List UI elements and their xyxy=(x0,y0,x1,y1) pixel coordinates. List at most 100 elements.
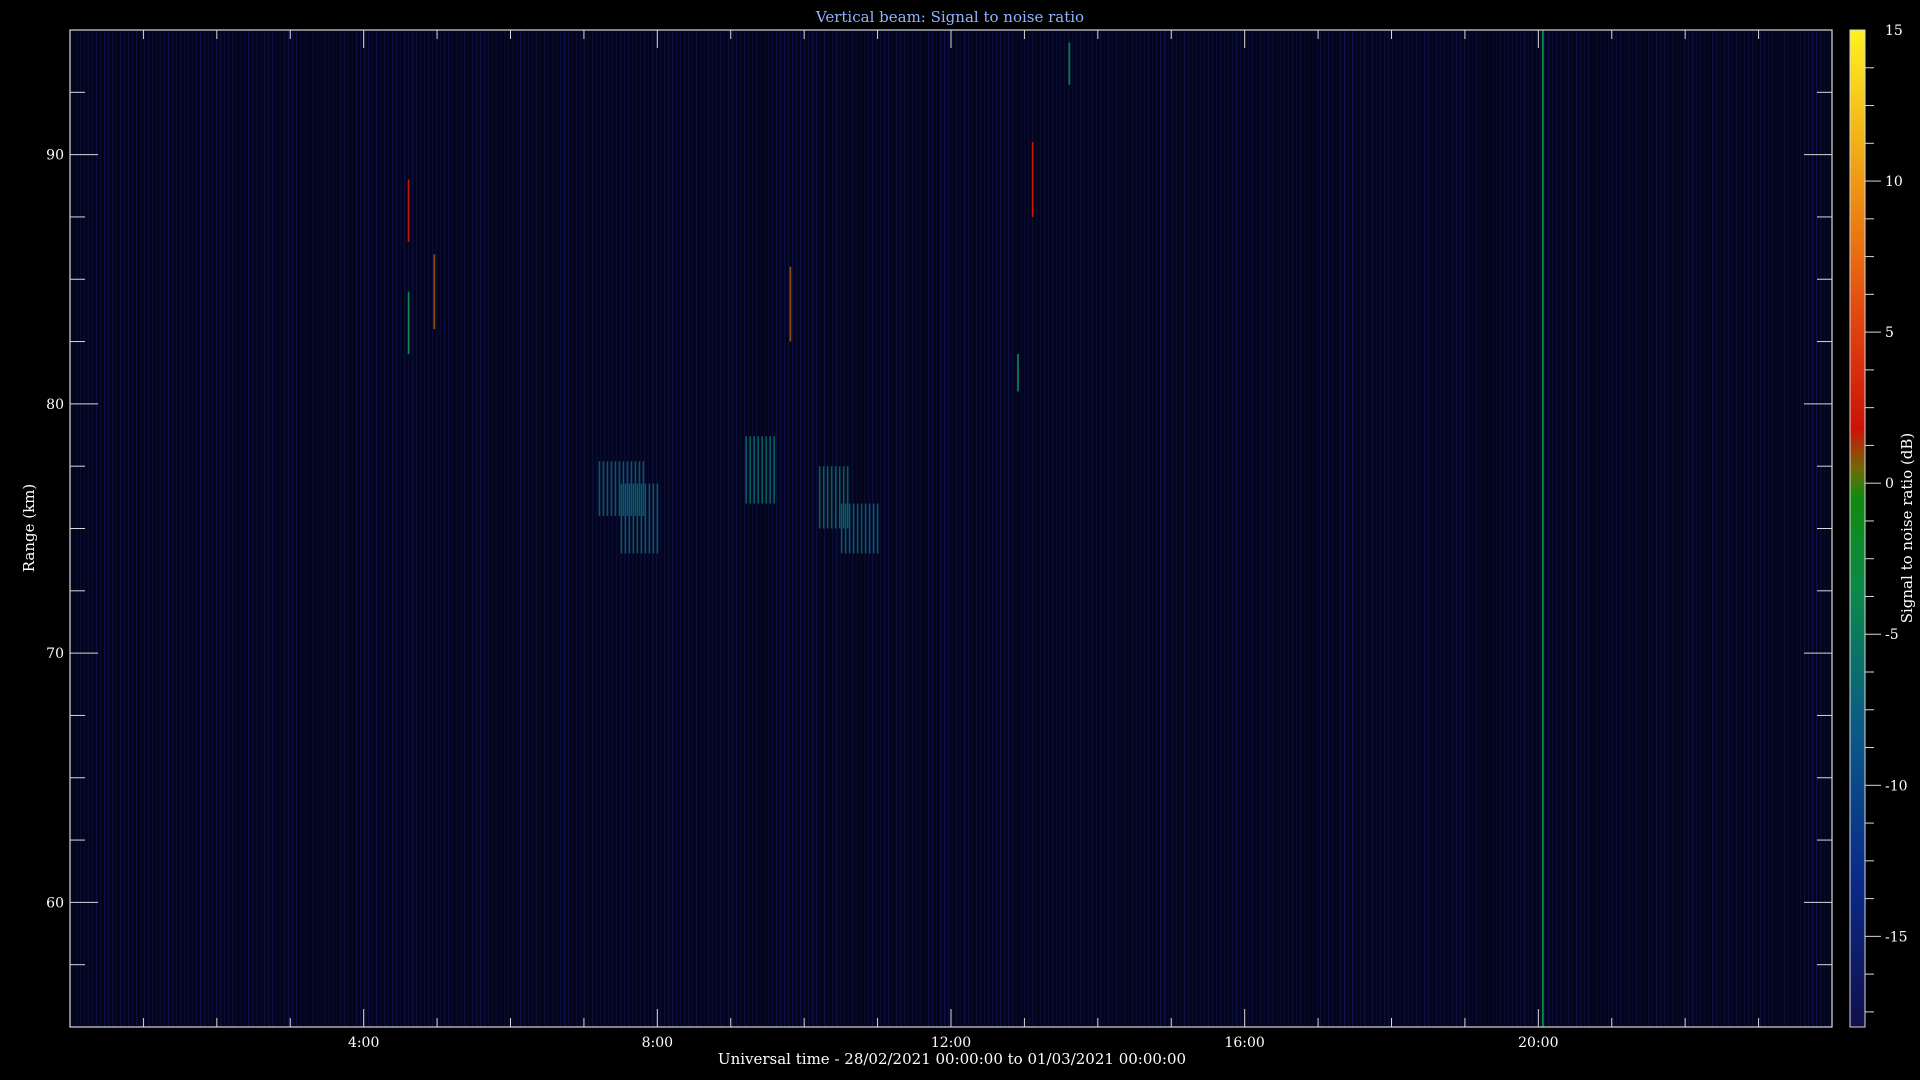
noise-stripe xyxy=(1460,30,1462,1027)
noise-stripe xyxy=(604,30,606,1027)
noise-stripe xyxy=(452,30,454,1027)
colorbar-tick-label: -10 xyxy=(1885,778,1908,794)
noise-stripe xyxy=(1048,30,1050,1027)
noise-stripe xyxy=(412,30,414,1027)
noise-stripe xyxy=(1608,30,1610,1027)
chart-svg: Vertical beam: Signal to noise ratio 4:0… xyxy=(20,8,1916,1068)
noise-stripe xyxy=(1784,30,1786,1027)
noise-stripe xyxy=(1488,30,1490,1027)
noise-stripe xyxy=(744,30,746,1027)
noise-stripe xyxy=(992,30,994,1027)
echo-patch-line xyxy=(656,483,659,554)
noise-stripe xyxy=(360,30,362,1027)
echo-patch-line xyxy=(602,461,605,517)
noise-stripe xyxy=(592,30,594,1027)
noise-stripe xyxy=(1336,30,1338,1027)
noise-stripe xyxy=(680,30,682,1027)
noise-stripe xyxy=(248,30,250,1027)
noise-stripe xyxy=(1224,30,1226,1027)
noise-stripe xyxy=(884,30,886,1027)
noise-stripe xyxy=(1456,30,1458,1027)
noise-stripe xyxy=(600,30,602,1027)
echo-patch-line xyxy=(606,461,609,517)
noise-stripe xyxy=(1780,30,1782,1027)
echo-patch-line xyxy=(638,461,641,517)
noise-stripe xyxy=(900,30,902,1027)
echo-patch-line xyxy=(618,461,621,517)
noise-stripe xyxy=(92,30,94,1027)
echo-patch-line xyxy=(872,503,875,554)
noise-stripe xyxy=(540,30,542,1027)
echo-patch-line xyxy=(876,503,879,554)
noise-stripe xyxy=(1100,30,1102,1027)
noise-stripe xyxy=(688,30,690,1027)
noise-stripe xyxy=(1340,30,1342,1027)
x-tick-label: 8:00 xyxy=(642,1035,673,1051)
noise-stripe xyxy=(1532,30,1534,1027)
echo-patch-line xyxy=(844,503,847,554)
noise-stripe xyxy=(468,30,470,1027)
noise-stripe xyxy=(128,30,130,1027)
noise-stripe xyxy=(764,30,766,1027)
noise-stripe xyxy=(1016,30,1018,1027)
noise-stripe xyxy=(484,30,486,1027)
colorbar-tick-label: 5 xyxy=(1885,325,1894,341)
noise-stripe xyxy=(356,30,358,1027)
noise-stripe xyxy=(124,30,126,1027)
chart-root: Vertical beam: Signal to noise ratio 4:0… xyxy=(0,0,1920,1080)
noise-stripe xyxy=(1188,30,1190,1027)
noise-stripe xyxy=(504,30,506,1027)
noise-stripe xyxy=(1768,30,1770,1027)
noise-stripe xyxy=(180,30,182,1027)
noise-stripe xyxy=(156,30,158,1027)
noise-stripe xyxy=(1772,30,1774,1027)
noise-stripe xyxy=(752,30,754,1027)
echo-patch-line xyxy=(636,483,639,554)
noise-stripe xyxy=(1676,30,1678,1027)
noise-stripe xyxy=(1636,30,1638,1027)
noise-stripe xyxy=(148,30,150,1027)
noise-stripe xyxy=(448,30,450,1027)
noise-stripe xyxy=(480,30,482,1027)
noise-stripe xyxy=(784,30,786,1027)
noise-stripe xyxy=(1604,30,1606,1027)
noise-stripe xyxy=(472,30,474,1027)
noise-stripe xyxy=(1648,30,1650,1027)
noise-stripe xyxy=(936,30,938,1027)
noise-stripe xyxy=(1316,30,1318,1027)
noise-stripe xyxy=(1248,30,1250,1027)
noise-stripe xyxy=(132,30,134,1027)
noise-stripe xyxy=(164,30,166,1027)
noise-stripe xyxy=(708,30,710,1027)
noise-stripe xyxy=(188,30,190,1027)
noise-stripe xyxy=(1428,30,1430,1027)
noise-stripe xyxy=(1256,30,1258,1027)
noise-stripe xyxy=(788,30,790,1027)
noise-stripe xyxy=(492,30,494,1027)
noise-stripe xyxy=(1504,30,1506,1027)
echo-patch-line xyxy=(818,466,821,529)
noise-stripe xyxy=(276,30,278,1027)
echo-patch-line xyxy=(842,466,845,529)
noise-stripe xyxy=(892,30,894,1027)
noise-stripe xyxy=(520,30,522,1027)
noise-stripe xyxy=(1172,30,1174,1027)
noise-stripe xyxy=(1332,30,1334,1027)
noise-stripe xyxy=(1624,30,1626,1027)
echo-patch-line xyxy=(834,466,837,529)
noise-stripe xyxy=(416,30,418,1027)
noise-stripe xyxy=(1232,30,1234,1027)
noise-stripe xyxy=(1728,30,1730,1027)
echo-streak xyxy=(789,266,792,342)
noise-stripe xyxy=(1524,30,1526,1027)
noise-stripe xyxy=(1584,30,1586,1027)
noise-stripe xyxy=(988,30,990,1027)
noise-stripe xyxy=(588,30,590,1027)
noise-stripe xyxy=(1348,30,1350,1027)
noise-stripe xyxy=(1044,30,1046,1027)
noise-stripe xyxy=(1752,30,1754,1027)
noise-stripe xyxy=(1520,30,1522,1027)
noise-stripe xyxy=(1000,30,1002,1027)
noise-stripe xyxy=(460,30,462,1027)
noise-stripe xyxy=(1136,30,1138,1027)
